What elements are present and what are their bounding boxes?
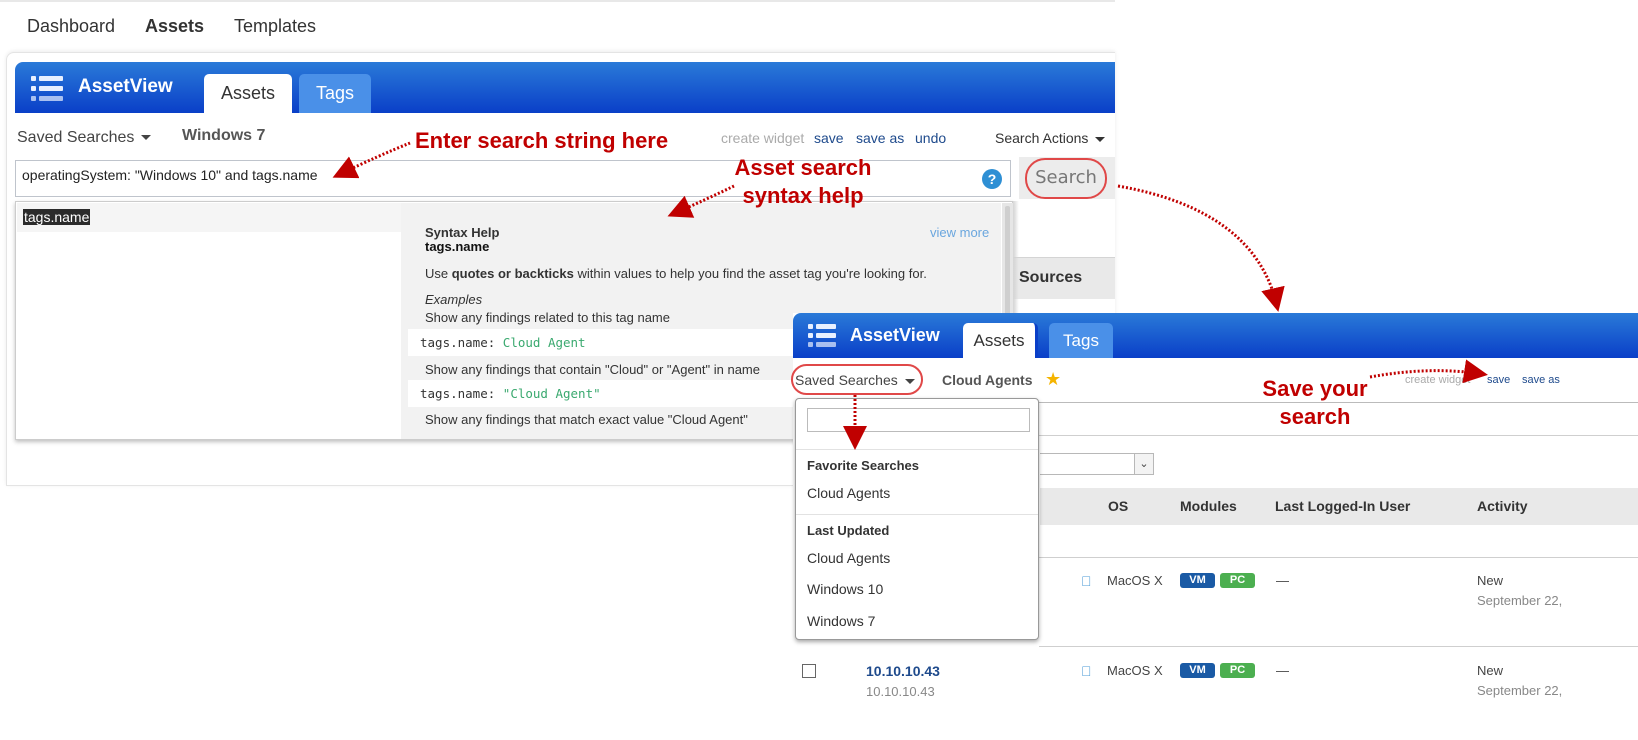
search-button[interactable]: Search (1025, 158, 1107, 199)
column-header-modules[interactable]: Modules (1180, 498, 1237, 514)
asset-ip-sub: 10.10.10.43 (866, 684, 935, 699)
menu-section-header: Favorite Searches (807, 458, 920, 473)
top-navigation: Dashboard Assets Templates (0, 0, 1115, 48)
divider (1039, 435, 1638, 436)
suggestion-item[interactable]: tags.name (17, 203, 402, 232)
menu-item[interactable]: Cloud Agents (807, 550, 890, 566)
annotation-enter-search: Enter search string here (415, 128, 669, 153)
divider (1039, 557, 1638, 558)
menu-divider (796, 514, 1038, 515)
menu-item[interactable]: Cloud Agents (807, 485, 890, 501)
favorite-star-icon[interactable]: ★ (1045, 369, 1061, 390)
module-badge-vm: VM (1180, 663, 1215, 678)
divider (1039, 646, 1638, 647)
suggestion-text: tags.name (23, 209, 91, 225)
save-as-link[interactable]: save as (1522, 374, 1560, 386)
example-description: Show any findings that contain "Cloud" o… (425, 362, 760, 377)
list-menu-icon[interactable] (808, 324, 836, 348)
menu-divider (796, 449, 1038, 450)
chevron-down-icon[interactable]: ⌄ (1134, 454, 1153, 474)
save-link[interactable]: save (814, 130, 844, 146)
column-header-os[interactable]: OS (1108, 498, 1128, 514)
os-value: MacOS X (1107, 663, 1163, 678)
nav-templates[interactable]: Templates (234, 16, 316, 37)
syntax-help-title: Syntax Help (425, 225, 500, 240)
create-widget-link[interactable]: create widget (721, 130, 804, 146)
column-header-sources[interactable]: Sources (1013, 257, 1115, 299)
saved-searches-dropdown[interactable]: Saved Searches (17, 129, 152, 147)
app-header: AssetView Assets Tags (793, 313, 1638, 358)
column-header-activity[interactable]: Activity (1477, 498, 1528, 514)
row-checkbox[interactable] (802, 664, 816, 678)
module-badge-pc: PC (1220, 573, 1255, 588)
activity-date: September 22, (1477, 593, 1563, 608)
activity-value: New (1477, 663, 1504, 678)
code-key: tags.name: (420, 335, 503, 350)
highlight-oval (791, 364, 923, 395)
caret-down-icon (1095, 136, 1106, 142)
examples-label: Examples (425, 292, 483, 307)
save-as-link[interactable]: save as (856, 130, 904, 146)
last-user-value: — (1276, 573, 1289, 588)
caret-down-icon (141, 135, 152, 141)
activity-value: New (1477, 573, 1504, 588)
annotation-line: Asset search (734, 155, 872, 180)
column-header-last-user[interactable]: Last Logged-In User (1275, 498, 1410, 514)
annotation-line: search (1279, 404, 1351, 429)
app-title: AssetView (78, 76, 173, 97)
os-value: MacOS X (1107, 573, 1163, 588)
tab-assets[interactable]: Assets (204, 74, 292, 113)
annotation-line: syntax help (742, 183, 864, 208)
undo-link[interactable]: undo (915, 130, 946, 146)
intro-text-end: within values to help you find the asset… (573, 266, 927, 281)
search-actions-label: Search Actions (995, 130, 1089, 146)
menu-item[interactable]: Windows 10 (807, 581, 883, 597)
view-more-link[interactable]: view more (930, 225, 989, 240)
save-link[interactable]: save (1487, 374, 1510, 386)
nav-assets[interactable]: Assets (145, 16, 204, 37)
menu-section-header: Last Updated (807, 523, 890, 538)
code-value: "Cloud Agent" (502, 386, 601, 401)
current-search-name: Cloud Agents (942, 372, 1033, 388)
list-menu-icon[interactable] (31, 76, 63, 102)
saved-searches-filter-input[interactable] (807, 408, 1030, 432)
module-badge-vm: VM (1180, 573, 1215, 588)
saved-searches-menu (795, 398, 1039, 640)
intro-text: Use (425, 266, 452, 281)
filter-select[interactable]: ⌄ (1040, 453, 1154, 475)
example-description: Show any findings related to this tag na… (425, 310, 670, 325)
asset-ip-link[interactable]: 10.10.10.43 (866, 663, 940, 679)
last-user-value: — (1276, 663, 1289, 678)
arrow-search-to-panel (1117, 184, 1285, 312)
saved-searches-label: Saved Searches (17, 129, 135, 146)
app-title: AssetView (850, 325, 940, 345)
tab-tags[interactable]: Tags (1049, 323, 1113, 358)
syntax-help-field: tags.name (425, 239, 490, 254)
search-actions-dropdown[interactable]: Search Actions (995, 130, 1106, 146)
syntax-help-intro: Use quotes or backticks within values to… (425, 266, 927, 281)
annotation-save-search: Save your search (1240, 375, 1390, 431)
apple-icon:  (1081, 573, 1095, 589)
annotation-line: Save your (1262, 376, 1368, 401)
activity-date: September 22, (1477, 683, 1563, 698)
annotation-syntax-help: Asset search syntax help (718, 154, 888, 210)
create-widget-link[interactable]: create widget (1405, 374, 1470, 386)
intro-bold-text: quotes or backticks (451, 266, 574, 281)
help-icon[interactable]: ? (982, 169, 1002, 189)
current-search-name: Windows 7 (182, 127, 266, 144)
example-description: Show any findings that match exact value… (425, 412, 748, 427)
apple-icon:  (1081, 663, 1095, 679)
code-value: Cloud Agent (502, 335, 586, 350)
module-badge-pc: PC (1220, 663, 1255, 678)
app-header: AssetView Assets Tags (15, 62, 1115, 113)
menu-item[interactable]: Windows 7 (807, 613, 875, 629)
tab-assets[interactable]: Assets (963, 323, 1038, 358)
nav-dashboard[interactable]: Dashboard (27, 16, 115, 37)
code-key: tags.name: (420, 386, 503, 401)
tab-tags[interactable]: Tags (299, 74, 371, 113)
